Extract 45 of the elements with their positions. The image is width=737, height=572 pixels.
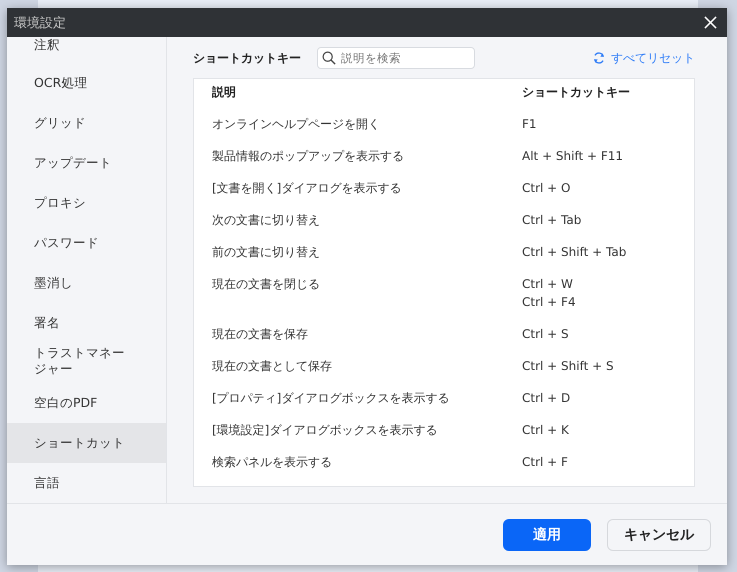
shortcut-key: Ctrl + Shift + Tab: [522, 244, 694, 260]
sidebar-item[interactable]: トラストマネージャー: [7, 343, 137, 383]
column-header: ショートカットキー: [522, 84, 631, 100]
sidebar-item[interactable]: OCR処理: [7, 63, 166, 103]
sidebar-item[interactable]: 署名: [7, 303, 166, 343]
table-cell-text: 現在の文書を閉じる: [212, 276, 321, 293]
shortcut-key: Ctrl + Shift + S: [522, 358, 694, 374]
window-title: 環境設定: [14, 14, 66, 32]
column-header: 説明: [212, 84, 237, 100]
shortcut-key: Ctrl + F: [522, 454, 694, 470]
sidebar-item[interactable]: ショートカット: [7, 423, 166, 463]
table-cell-text: 前の文書に切り替え: [212, 244, 321, 260]
reset-all-link[interactable]: すべてリセット: [592, 50, 695, 66]
shortcut-key: Ctrl + D: [522, 390, 694, 406]
shortcut-key: Ctrl + F4: [522, 294, 694, 310]
shortcut-key: Ctrl + W: [522, 276, 694, 292]
shortcut-key: Ctrl + Tab: [522, 212, 694, 228]
table-cell-text: 現在の文書を保存: [212, 326, 309, 342]
shortcut-key: Ctrl + S: [522, 326, 694, 342]
sidebar-item[interactable]: 墨消し: [7, 263, 166, 303]
close-icon[interactable]: [704, 16, 717, 29]
apply-button[interactable]: 適用: [503, 518, 591, 550]
sidebar-item[interactable]: 注釈: [7, 37, 166, 63]
sidebar-item[interactable]: 言語: [7, 463, 166, 503]
table-cell-text: [文書を開く]ダイアログを表示する: [212, 180, 402, 196]
table-cell-text: 製品情報のポップアップを表示する: [212, 148, 405, 164]
sidebar-item[interactable]: グリッド: [7, 103, 166, 143]
sidebar-item[interactable]: アップデート: [7, 143, 166, 183]
cancel-button[interactable]: キャンセル: [607, 518, 711, 550]
shortcut-key: Ctrl + O: [522, 180, 694, 196]
refresh-icon: [592, 51, 606, 65]
sidebar-item[interactable]: パスワード: [7, 223, 166, 263]
table-cell-text: [プロパティ]ダイアログボックスを表示する: [212, 390, 450, 406]
table-cell-text: 検索パネルを表示する: [212, 454, 333, 470]
shortcut-key: F1: [522, 116, 694, 132]
table-cell-text: [環境設定]ダイアログボックスを表示する: [212, 422, 438, 438]
table-cell-text: オンラインヘルプページを開く: [212, 116, 381, 132]
search-field[interactable]: 説明を検索: [317, 47, 475, 69]
sidebar-item[interactable]: 空白のPDF: [7, 383, 166, 423]
sidebar-item[interactable]: プロキシ: [7, 183, 166, 223]
section-title: ショートカットキー: [193, 50, 301, 66]
shortcut-key: Ctrl + K: [522, 422, 694, 438]
table-cell-text: 次の文書に切り替え: [212, 212, 321, 228]
table-cell-text: 現在の文書として保存: [212, 358, 333, 374]
shortcut-key: Alt + Shift + F11: [522, 148, 694, 164]
